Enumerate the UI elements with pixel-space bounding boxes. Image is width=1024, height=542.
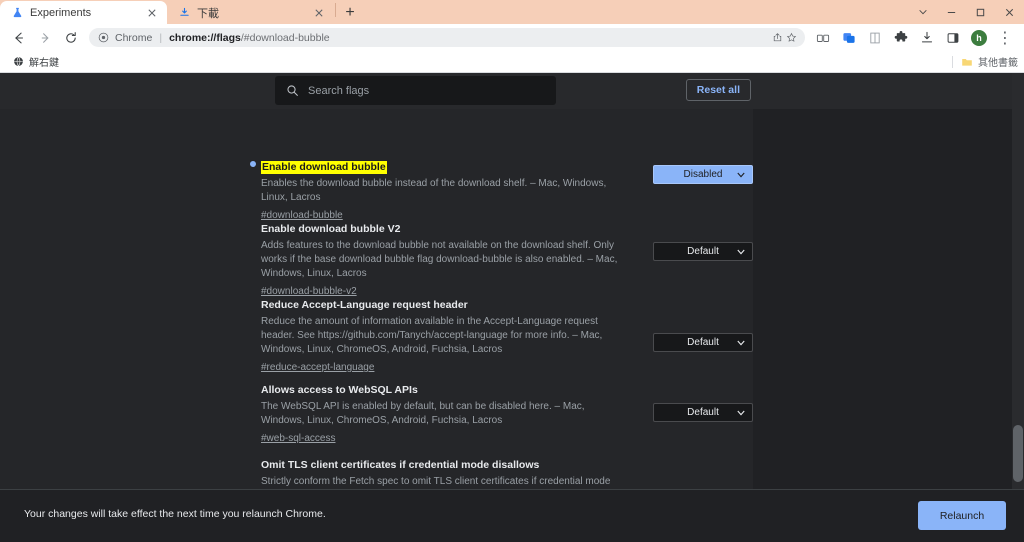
flag-select-value: Default [687,337,719,348]
address-bar[interactable]: Chrome | chrome://flags/#download-bubble [89,28,805,47]
search-icon [286,84,299,97]
chevron-down-icon [737,172,745,178]
omnibox-divider: | [159,31,163,44]
flag-title: Enable download bubble V2 [261,223,401,235]
share-icon[interactable] [771,32,783,44]
bookmark-label: 解右鍵 [29,58,59,69]
search-flags-input[interactable]: Search flags [275,76,556,105]
bookmark-star-icon[interactable] [785,32,797,44]
flag-select[interactable]: Disabled [653,165,753,184]
globe-icon [12,56,24,68]
reading-list-icon[interactable] [810,25,836,51]
extensions-puzzle-icon[interactable] [888,25,914,51]
folder-icon [961,56,973,68]
search-placeholder: Search flags [308,84,370,97]
maximize-icon[interactable] [966,0,995,24]
relaunch-bar: Your changes will take effect the next t… [0,489,1024,542]
omnibox-actions [771,32,797,44]
flag-title: Omit TLS client certificates if credenti… [261,459,540,471]
back-icon[interactable] [6,25,32,51]
flag-title: Allows access to WebSQL APIs [261,384,418,396]
flag-text: Reduce Accept-Language request header Re… [261,295,629,375]
flag-select[interactable]: Default [653,403,753,422]
flag-select-wrap: Default [653,242,753,261]
flag-text: Enable download bubble V2 Adds features … [261,219,629,299]
omnibox-site-label: Chrome [115,31,153,44]
browser-toolbar: Chrome | chrome://flags/#download-bubble [0,24,1024,51]
flag-description: Adds features to the download bubble not… [261,240,618,279]
flag-entry: Enable download bubble Enables the downl… [250,157,753,223]
flag-select-wrap: Disabled [653,165,753,184]
flag-id-link[interactable]: #web-sql-access [261,433,335,444]
tab-title: 下載 [197,7,219,20]
screenshot-extension-icon[interactable] [862,25,888,51]
downloads-toolbar-icon[interactable] [914,25,940,51]
scrollbar-thumb[interactable] [1013,425,1023,482]
flag-select-value: Disabled [683,169,723,180]
relaunch-button[interactable]: Relaunch [918,501,1006,530]
flag-select-wrap: Default [653,333,753,352]
flag-description: The WebSQL API is enabled by default, bu… [261,401,585,426]
flag-description: Enables the download bubble instead of t… [261,178,607,203]
minimize-icon[interactable] [937,0,966,24]
flag-select-value: Default [687,407,719,418]
forward-icon[interactable] [32,25,58,51]
flag-select[interactable]: Default [653,333,753,352]
reset-all-button[interactable]: Reset all [685,79,751,102]
flag-title: Reduce Accept-Language request header [261,299,468,311]
close-window-icon[interactable] [995,0,1024,24]
chrome-page-icon [97,32,109,44]
tab-strip: Experiments 下載 + [0,0,1024,24]
flag-entry: Reduce Accept-Language request header Re… [261,295,753,375]
tab-divider [335,3,336,17]
other-bookmarks-label: 其他書籤 [978,58,1018,69]
tab-experiments[interactable]: Experiments [0,1,167,24]
toolbar-extensions: h ⋮ [810,25,1018,51]
bookmarks-bar: 解右鍵 其他書籤 [0,51,1024,73]
flags-content-panel: Enable download bubble Enables the downl… [0,109,753,514]
flag-select-wrap: Default [653,403,753,422]
tab-downloads[interactable]: 下載 [167,1,334,24]
omnibox-url: chrome://flags/#download-bubble [169,32,765,44]
omnibox-url-bold: chrome://flags [169,31,241,44]
flag-id-link[interactable]: #reduce-accept-language [261,362,374,373]
chevron-down-icon [737,249,745,255]
bookmark-item[interactable]: 解右鍵 [8,53,63,70]
omnibox-url-rest: /#download-bubble [240,31,330,44]
flag-title: Enable download bubble [261,161,387,174]
browser-window: Experiments 下載 + Chrome | chrome://flags… [0,0,1024,542]
close-icon[interactable] [145,6,159,20]
flask-icon [11,7,23,19]
flag-select[interactable]: Default [653,242,753,261]
avatar[interactable]: h [966,25,992,51]
chevron-down-icon [737,410,745,416]
window-controls [908,0,1024,24]
bookmark-divider [952,55,953,68]
translate-extension-icon[interactable] [836,25,862,51]
new-tab-button[interactable]: + [337,1,363,24]
flag-text: Enable download bubble Enables the downl… [250,157,629,223]
flag-text: Allows access to WebSQL APIs The WebSQL … [261,380,629,446]
flag-entry: Allows access to WebSQL APIs The WebSQL … [261,380,753,446]
tab-title: Experiments [30,6,92,19]
page-scrollbar[interactable] [1012,73,1024,490]
tab-search-icon[interactable] [908,0,937,24]
download-icon [178,7,190,19]
chevron-down-icon [737,340,745,346]
modified-dot-icon [250,161,256,167]
other-bookmarks[interactable]: 其他書籤 [952,54,1018,69]
side-panel-icon[interactable] [940,25,966,51]
flag-select-value: Default [687,246,719,257]
chrome-menu-icon[interactable]: ⋮ [992,25,1018,51]
reload-icon[interactable] [58,25,84,51]
flags-page: Enable download bubble Enables the downl… [0,73,1024,542]
flag-entry: Enable download bubble V2 Adds features … [261,219,753,299]
relaunch-message: Your changes will take effect the next t… [24,508,326,520]
close-icon[interactable] [312,6,326,20]
avatar-letter: h [971,29,987,46]
flag-description: Reduce the amount of information availab… [261,316,603,355]
